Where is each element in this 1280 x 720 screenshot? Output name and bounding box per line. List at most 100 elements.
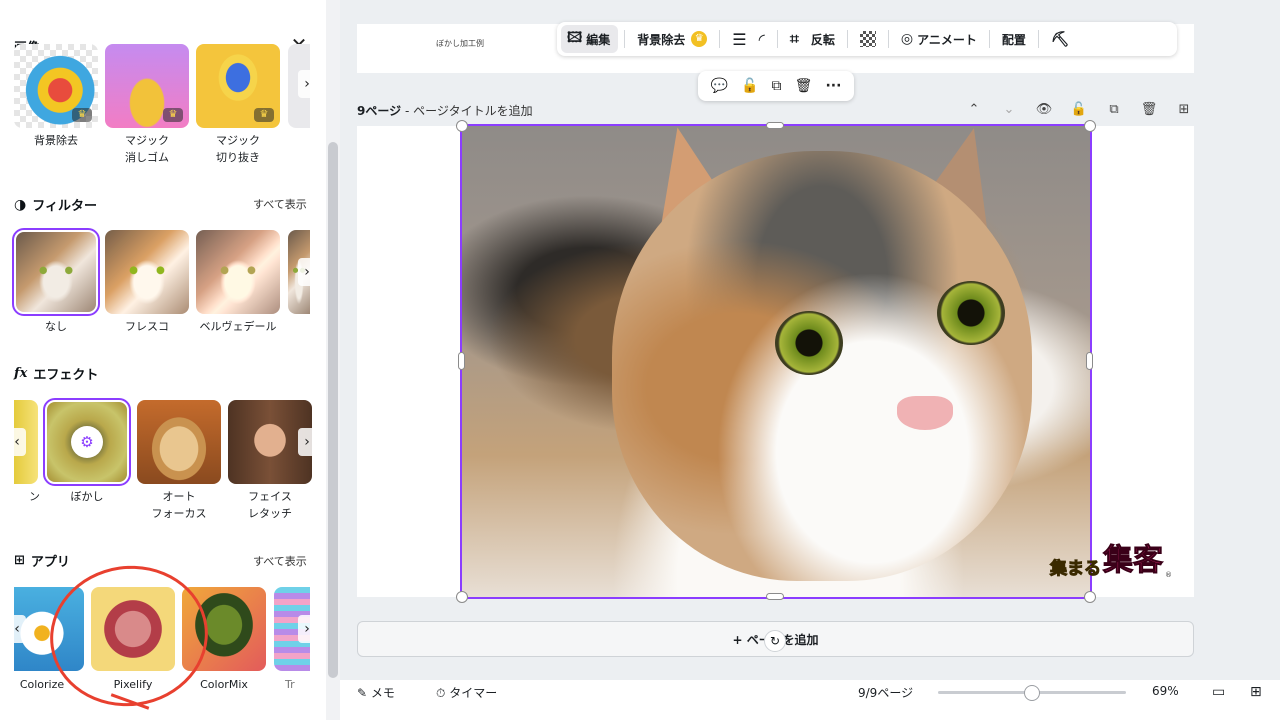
bg-remove-button[interactable]: 背景除去 ♛ [631, 22, 713, 56]
chevron-right-icon[interactable]: › [298, 258, 316, 286]
page-count[interactable]: 9/9ページ [858, 684, 913, 701]
chevron-right-icon[interactable]: › [298, 428, 316, 456]
toolbar-divider [1037, 30, 1039, 48]
notes-icon: ✎ [357, 686, 368, 700]
brand-logo-part2: 集客 [1103, 543, 1164, 579]
notes-label: メモ [370, 686, 395, 700]
paint-roller-icon: ⛏ [1050, 30, 1070, 48]
border-style-button[interactable]: ☰ [726, 22, 752, 56]
thumbnails-icon[interactable]: ⊞ [1250, 684, 1262, 700]
resize-handle-bottom[interactable] [766, 593, 784, 600]
more-icon[interactable]: ··· [825, 78, 841, 94]
transparency-button[interactable] [854, 22, 882, 56]
crown-icon: ♛ [163, 108, 183, 122]
apps-heading-label: アプリ [30, 555, 70, 570]
refresh-icon[interactable]: ↻ [764, 630, 786, 652]
chevron-left-icon[interactable]: ‹ [8, 428, 26, 456]
corner-rounding-button[interactable]: ◜ [753, 22, 771, 56]
lock-icon[interactable]: 🔓 [1069, 102, 1089, 117]
edit-image-button[interactable]: 🖾 編集 [561, 25, 619, 53]
effect-label-partial: ン [29, 490, 40, 503]
canva-editor: 画像 ✕ ♛ 背景除去 ♛ マジック 消しゴム ♛ マジック 切り抜き › ◑ … [0, 0, 1280, 720]
tool-label-magic-eraser: マジック 消しゴム [125, 134, 169, 164]
trash-icon[interactable]: 🗑 [795, 78, 813, 94]
toolbar-divider [776, 30, 778, 48]
resize-handle-bottom-right[interactable] [1084, 591, 1096, 603]
effects-heading: fx エフェクト [14, 364, 98, 383]
page-title-placeholder[interactable]: - ページタイトルを追加 [401, 104, 533, 118]
edit-image-label: 編集 [586, 32, 611, 47]
app-label-pixelify: Pixelify [113, 678, 153, 691]
animate-icon: ◎ [900, 31, 914, 47]
filter-fresco[interactable] [105, 230, 189, 314]
comment-add-icon[interactable]: 💬 [711, 78, 728, 94]
position-button[interactable]: 配置 [996, 22, 1032, 56]
chevron-left-icon[interactable]: ‹ [8, 615, 26, 643]
magic-grab-tool[interactable]: ♛ [196, 44, 280, 128]
chevron-right-icon[interactable]: › [298, 70, 316, 98]
toolbar-divider [988, 30, 990, 48]
crop-button[interactable]: ⌗ [784, 22, 805, 56]
hide-page-icon[interactable]: 👁 [1034, 102, 1054, 117]
app-label-colormix: ColorMix [200, 678, 248, 691]
zoom-level[interactable]: 69% [1152, 684, 1179, 698]
animate-label: アニメート [917, 32, 977, 47]
lock-icon[interactable]: 🔓 [741, 78, 758, 94]
filter-belvedere[interactable] [196, 230, 280, 314]
zoom-slider-thumb[interactable] [1024, 685, 1040, 701]
chevron-right-icon[interactable]: › [298, 615, 316, 643]
filters-see-all-link[interactable]: すべて表示 [253, 196, 307, 212]
apps-see-all-link[interactable]: すべて表示 [253, 553, 307, 569]
sliders-icon: ⚙ [71, 426, 103, 458]
duplicate-icon[interactable]: ⧉ [772, 78, 782, 94]
effects-heading-label: エフェクト [33, 368, 99, 383]
resize-handle-top[interactable] [766, 122, 784, 129]
resize-handle-left[interactable] [458, 352, 465, 370]
panel-scrollbar-thumb[interactable] [328, 142, 338, 678]
filter-label-fresco: フレスコ [125, 320, 169, 333]
position-label: 配置 [1001, 32, 1026, 47]
dog-thumbnail [137, 400, 221, 484]
page-number: 9ページ [357, 104, 402, 118]
crown-icon: ♛ [72, 108, 92, 122]
cat-photo[interactable] [460, 124, 1092, 599]
toolbar-divider [624, 30, 626, 48]
resize-handle-right[interactable] [1086, 352, 1093, 370]
resize-handle-top-left[interactable] [456, 120, 468, 132]
effect-blur[interactable]: ⚙ [43, 398, 131, 486]
previous-page-text: ぼかし加工例 [436, 39, 484, 48]
app-label-colorize: Colorize [19, 678, 65, 691]
bg-remove-tool[interactable]: ♛ [14, 44, 98, 128]
crown-icon: ♛ [691, 31, 708, 47]
chevron-down-icon[interactable]: ⌄ [999, 102, 1019, 117]
animate-button[interactable]: ◎ アニメート [895, 22, 983, 56]
timer-button[interactable]: ⏱ タイマー [436, 684, 497, 701]
toolbar-divider [719, 30, 721, 48]
effect-label-auto-focus: オート フォーカス [151, 490, 207, 520]
border-style-icon: ☰ [732, 29, 747, 49]
filter-none[interactable] [12, 228, 100, 316]
copy-style-button[interactable]: ⛏ [1045, 22, 1076, 56]
duplicate-page-icon[interactable]: ⧉ [1104, 102, 1124, 117]
tool-label-magic-grab: マジック 切り抜き [216, 134, 260, 164]
colormix-portrait-thumbnail [182, 587, 266, 671]
flip-button[interactable]: 反転 [805, 22, 841, 56]
effect-label-face-retouch: フェイス レタッチ [248, 490, 292, 520]
resize-handle-bottom-left[interactable] [456, 591, 468, 603]
trash-icon[interactable]: 🗑 [1139, 102, 1159, 117]
resize-handle-top-right[interactable] [1084, 120, 1096, 132]
chevron-up-icon[interactable]: ⌃ [964, 102, 984, 117]
app-pixelify[interactable] [91, 587, 175, 671]
add-page-icon[interactable]: ⊞ [1174, 102, 1194, 117]
registered-mark: ® [1165, 571, 1172, 579]
brand-logo: 集まる 集客 ® [1050, 535, 1173, 580]
grid-view-icon[interactable]: ▭ [1212, 684, 1225, 700]
notes-button[interactable]: ✎ メモ [357, 684, 395, 701]
cat-eye-left [775, 311, 843, 375]
app-colormix[interactable] [182, 587, 266, 671]
context-toolbar: 🖾 編集 背景除去 ♛ ☰ ◜ ⌗ 反転 ◎ アニメート 配置 ⛏ [557, 22, 1177, 56]
cat-thumbnail [16, 232, 96, 312]
effect-auto-focus[interactable] [137, 400, 221, 484]
crown-icon: ♛ [254, 108, 274, 122]
magic-eraser-tool[interactable]: ♛ [105, 44, 189, 128]
